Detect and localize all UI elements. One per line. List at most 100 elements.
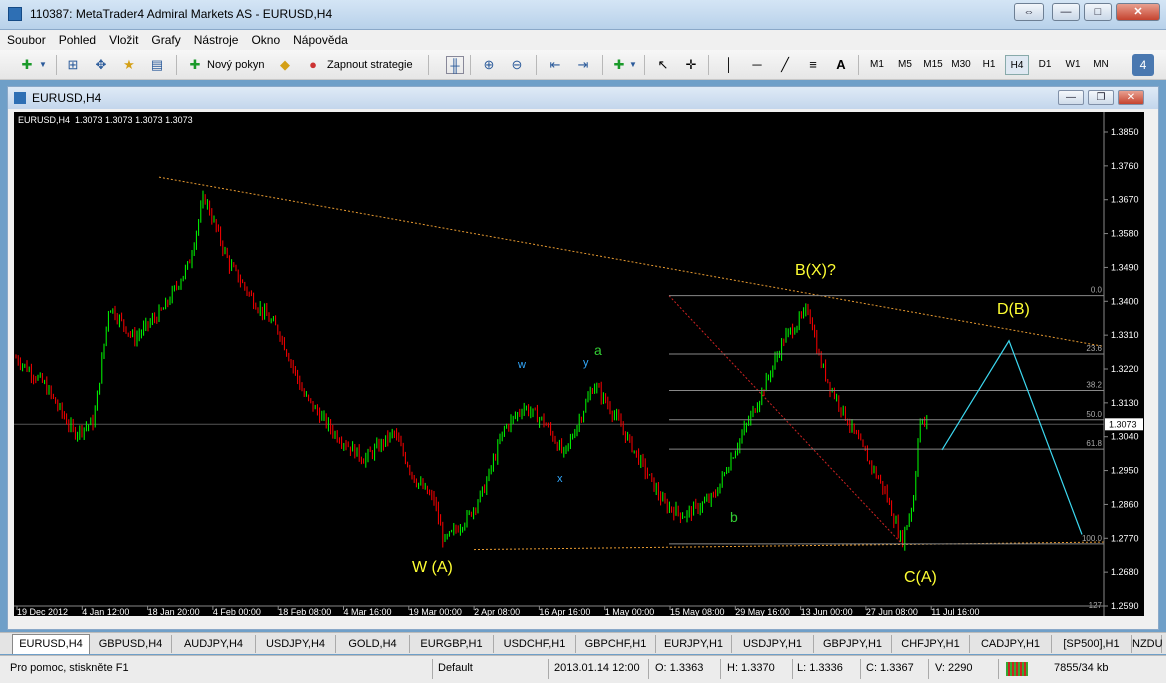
menu-file[interactable]: Soubor [0,30,52,47]
date-label: 11 Jul 16:00 [931,607,979,616]
menu-help[interactable]: Nápověda [286,30,354,47]
market-watch-icon[interactable]: ⊞ [64,56,82,74]
auto-trading-icon[interactable]: ● [304,56,322,74]
tab-gbpjpy-h1[interactable]: GBPJPY,H1 [814,635,892,653]
menu-insert[interactable]: Vložit [102,30,144,47]
price-label: 1.3760 [1111,161,1139,171]
tab-eurgbp-h1[interactable]: EURGBP,H1 [410,635,494,653]
date-label: 13 Jun 00:00 [801,607,853,616]
price-label: 1.3220 [1111,364,1139,374]
chart-shift-icon[interactable]: ⇥ [574,56,592,74]
timeframe-m5[interactable]: M5 [893,55,917,75]
chart-minimize-button[interactable]: — [1058,90,1084,105]
new-order-button[interactable]: Nový pokyn [207,54,264,76]
text-tool-icon[interactable]: A [832,56,850,74]
auto-scroll-icon[interactable]: ⇤ [546,56,564,74]
menu-bar: Soubor Pohled Vložit Grafy Nástroje Okno Nápov… [0,30,1166,50]
maximize-button[interactable]: □ [1084,3,1112,21]
tab-gold-h4[interactable]: GOLD,H4 [336,635,410,653]
tab-chfjpy-h1[interactable]: CHFJPY,H1 [892,635,970,653]
date-label: 4 Feb 00:00 [213,607,261,616]
chart-close-button[interactable]: ✕ [1118,90,1144,105]
close-button[interactable]: ✕ [1116,3,1160,21]
bar-chart-icon[interactable]: ╫ [446,56,464,74]
price-label: 1.3040 [1111,432,1139,442]
resize-icon[interactable]: ⇔ [1014,3,1044,21]
tab--sp500-h1[interactable]: [SP500],H1 [1052,635,1132,653]
fib-level-label: 38.2 [1086,380,1102,389]
status-help: Pro pomoc, stiskněte F1 [10,662,129,674]
chevron-down-icon[interactable]: ▼ [38,56,48,74]
date-label: 16 Apr 16:00 [539,607,590,616]
chart-restore-button[interactable]: ❐ [1088,90,1114,105]
cursor-icon[interactable]: ↖ [654,56,672,74]
timeframe-mn[interactable]: MN [1089,55,1113,75]
timeframe-d1[interactable]: D1 [1033,55,1057,75]
status-bar: Pro pomoc, stiskněte F1 Default 2013.01.… [0,655,1166,683]
status-close: C: 1.3367 [866,662,914,674]
auto-trading-button[interactable]: Zapnout strategie [327,54,413,76]
wave-label: y [583,357,589,369]
date-label: 19 Dec 2012 [17,607,68,616]
timeframe-m30[interactable]: M30 [949,55,973,75]
chat-badge[interactable]: 4 [1132,54,1154,76]
channel-icon[interactable]: ≡ [804,56,822,74]
tab-eurusd-h4[interactable]: EURUSD,H4 [12,634,90,654]
zoom-in-icon[interactable]: ⊕ [480,56,498,74]
tab-cadjpy-h1[interactable]: CADJPY,H1 [970,635,1052,653]
window-title: 110387: MetaTrader4 Admiral Markets AS -… [30,7,333,21]
chart-window-titlebar: EURUSD,H4 — ❐ ✕ [8,87,1158,109]
trendline-icon[interactable]: ╱ [776,56,794,74]
app-icon [8,7,22,21]
timeframe-h4[interactable]: H4 [1005,55,1029,75]
wave-label: w [517,359,526,371]
timeframe-h1[interactable]: H1 [977,55,1001,75]
price-label: 1.3310 [1111,330,1139,340]
timeframe-m15[interactable]: M15 [921,55,945,75]
date-label: 27 Jun 08:00 [866,607,918,616]
status-profile: Default [438,662,473,674]
tab-usdjpy-h1[interactable]: USDJPY,H1 [732,635,814,653]
crosshair-icon[interactable]: ✛ [682,56,700,74]
chart-info: EURUSD,H4 1.3073 1.3073 1.3073 1.3073 [18,115,193,125]
menu-charts[interactable]: Grafy [144,30,186,47]
tab-gbpchf-h1[interactable]: GBPCHF,H1 [576,635,656,653]
chart-tabs: EURUSD,H4 GBPUSD,H4 AUDJPY,H4 USDJPY,H4 GOLD… [0,632,1166,654]
terminal-icon[interactable]: ▤ [148,56,166,74]
timeframe-w1[interactable]: W1 [1061,55,1085,75]
chevron-down-icon[interactable]: ▼ [628,56,638,74]
tab-gbpusd-h4[interactable]: GBPUSD,H4 [90,635,172,653]
tab-audjpy-h4[interactable]: AUDJPY,H4 [172,635,256,653]
menu-window[interactable]: Okno [244,30,286,47]
date-label: 4 Jan 12:00 [82,607,129,616]
timeframe-m1[interactable]: M1 [865,55,889,75]
favorites-icon[interactable]: ★ [120,56,138,74]
metaeditor-icon[interactable]: ◆ [276,56,294,74]
tab-eurjpy-h1[interactable]: EURJPY,H1 [656,635,732,653]
price-label: 1.3130 [1111,398,1139,408]
tab-nzdu[interactable]: NZDU [1132,635,1163,653]
menu-view[interactable]: Pohled [52,30,102,47]
connection-icon [1006,662,1028,676]
wave-label: W (A) [412,559,453,576]
zoom-out-icon[interactable]: ⊖ [508,56,526,74]
horizontal-line-icon[interactable]: ─ [748,56,766,74]
price-label: 1.3850 [1111,127,1139,137]
tab-usdjpy-h4[interactable]: USDJPY,H4 [256,635,336,653]
minimize-button[interactable]: — [1052,3,1080,21]
vertical-line-icon[interactable]: │ [720,56,738,74]
menu-tools[interactable]: Nástroje [187,30,245,47]
support-trendline [473,541,1105,551]
indicators-icon[interactable]: ✚ [610,56,628,74]
status-high: H: 1.3370 [727,662,775,674]
navigator-icon[interactable]: ✥ [92,56,110,74]
tab-usdchf-h1[interactable]: USDCHF,H1 [494,635,576,653]
main-toolbar: ✚ ▼ ⊞ ✥ ★ ▤ ✚ Nový pokyn ◆ ● Zapnout str… [0,50,1166,80]
fib-level-label: 100.0 [1082,534,1103,543]
new-chart-icon[interactable]: ✚ [18,56,36,74]
new-order-icon[interactable]: ✚ [186,56,204,74]
wave-label: B(X)? [795,262,836,279]
wave-label: x [557,473,563,485]
price-chart[interactable]: 0.0 23.6 38.2 50.0 61.8 100.0 127 1.3850 1.3760… [14,112,1144,617]
price-label: 1.2950 [1111,466,1139,476]
